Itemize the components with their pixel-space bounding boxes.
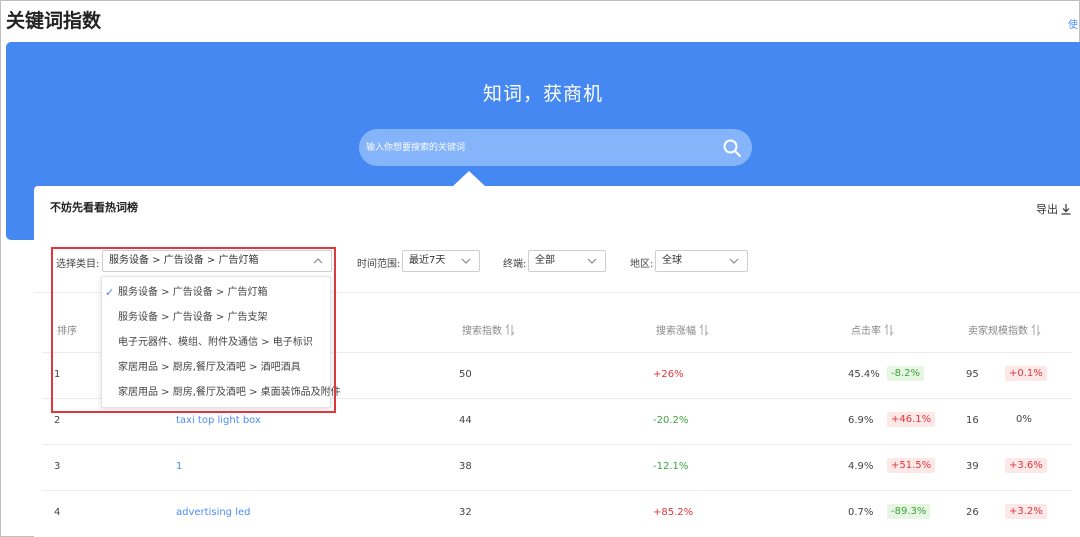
dropdown-option[interactable]: 电子元器件、模组、附件及通信 > 电子标识 — [102, 331, 332, 355]
category-select[interactable]: 服务设备 > 广告设备 > 广告灯箱 — [102, 250, 332, 272]
search-icon[interactable] — [722, 138, 742, 158]
export-label: 导出 — [1036, 203, 1058, 216]
panel-pointer — [452, 171, 486, 187]
dropdown-option-label: 服务设备 > 广告设备 > 广告灯箱 — [118, 287, 268, 298]
chevron-down-icon — [587, 258, 597, 264]
header-search-index-label: 搜索指数 — [462, 326, 502, 337]
category-filter-label: 选择类目: — [56, 259, 100, 270]
rank-cell: 3 — [54, 461, 61, 472]
header-search-growth-label: 搜索涨幅 — [656, 326, 696, 337]
page-title: 关键词指数 — [6, 10, 102, 32]
dropdown-option[interactable]: 家居用品 > 厨房,餐厅及酒吧 > 酒吧酒具 — [102, 356, 332, 380]
ctr-cell: 4.9% — [848, 461, 874, 472]
header-rank-label: 排序 — [57, 326, 77, 337]
rank-cell: 1 — [54, 369, 61, 380]
growth-cell: -12.1% — [653, 461, 689, 472]
header-search-index[interactable]: 搜索指数 — [462, 322, 515, 337]
ctr-cell: 0.7% — [848, 507, 874, 518]
chevron-up-icon — [313, 258, 323, 264]
category-dropdown-menu: ✓ 服务设备 > 广告设备 > 广告灯箱 服务设备 > 广告设备 > 广告支架 … — [101, 276, 341, 408]
seller-change-badge: +0.1% — [1005, 366, 1047, 381]
dropdown-option[interactable]: 家居用品 > 厨房,餐厅及酒吧 > 桌面装饰品及附件 — [102, 381, 341, 405]
export-button[interactable]: 导出 — [1036, 201, 1072, 217]
header-seller-index-label: 卖家规模指数 — [968, 326, 1028, 337]
chevron-down-icon — [461, 258, 471, 264]
dropdown-option-label: 家居用品 > 厨房,餐厅及酒吧 > 酒吧酒具 — [118, 362, 301, 373]
header-ctr-label: 点击率 — [851, 326, 881, 337]
dropdown-option-label: 电子元器件、模组、附件及通信 > 电子标识 — [118, 337, 313, 348]
check-icon: ✓ — [105, 286, 115, 299]
time-select-value: 最近7天 — [409, 255, 446, 266]
seller-cell: 26 — [966, 507, 979, 518]
sort-icon — [699, 323, 709, 336]
platform-select-value: 全部 — [535, 255, 555, 266]
keyword-link[interactable]: 1 — [176, 461, 182, 472]
search-input[interactable] — [359, 129, 709, 166]
dropdown-option[interactable]: 服务设备 > 广告设备 > 广告支架 — [102, 306, 332, 330]
growth-cell: +26% — [653, 369, 684, 380]
growth-cell: -20.2% — [653, 415, 689, 426]
hero-slogan: 知词，获商机 — [482, 83, 603, 105]
dropdown-option-label: 服务设备 > 广告设备 > 广告支架 — [118, 312, 268, 323]
header-ctr[interactable]: 点击率 — [851, 322, 894, 337]
download-icon — [1061, 204, 1071, 215]
region-filter-label: 地区: — [630, 259, 654, 270]
dropdown-option-label: 家居用品 > 厨房,餐厅及酒吧 > 桌面装饰品及附件 — [118, 387, 341, 398]
search-index-cell: 50 — [459, 369, 472, 380]
seller-cell: 95 — [966, 369, 979, 380]
ctr-change-badge: +46.1% — [887, 412, 936, 427]
table-row[interactable]: 3 1 38 -12.1% 4.9% +51.5% 39 +3.6% — [42, 444, 1072, 490]
search-index-cell: 32 — [459, 507, 472, 518]
header-seller-index[interactable]: 卖家规模指数 — [968, 322, 1041, 337]
category-select-value: 服务设备 > 广告设备 > 广告灯箱 — [109, 255, 259, 266]
ctr-change-badge: -89.3% — [887, 504, 931, 519]
time-filter-label: 时间范围: — [357, 259, 401, 270]
rank-cell: 2 — [54, 415, 61, 426]
ctr-cell: 45.4% — [848, 369, 880, 380]
seller-change-badge: 0% — [1016, 414, 1032, 425]
ctr-cell: 6.9% — [848, 415, 874, 426]
panel-title: 不妨先看看热词榜 — [50, 201, 138, 214]
rank-cell: 4 — [54, 507, 61, 518]
header-search-growth[interactable]: 搜索涨幅 — [656, 322, 709, 337]
sort-icon — [505, 323, 515, 336]
seller-change-badge: +3.6% — [1005, 458, 1047, 473]
seller-change-badge: +3.2% — [1005, 504, 1047, 519]
region-select-value: 全球 — [662, 255, 682, 266]
search-index-cell: 44 — [459, 415, 472, 426]
region-select[interactable]: 全球 — [655, 250, 748, 272]
ctr-change-badge: +51.5% — [887, 458, 936, 473]
platform-select[interactable]: 全部 — [528, 250, 606, 272]
header-rank: 排序 — [57, 322, 77, 337]
search-box — [359, 129, 752, 166]
search-index-cell: 38 — [459, 461, 472, 472]
ctr-change-badge: -8.2% — [887, 366, 925, 381]
seller-cell: 39 — [966, 461, 979, 472]
sort-icon — [884, 323, 894, 336]
keyword-link[interactable]: advertising led — [176, 507, 251, 518]
table-row[interactable]: 4 advertising led 32 +85.2% 0.7% -89.3% … — [42, 490, 1072, 536]
chevron-down-icon — [729, 258, 739, 264]
seller-cell: 16 — [966, 415, 979, 426]
growth-cell: +85.2% — [653, 507, 694, 518]
keyword-link[interactable]: taxi top light box — [176, 415, 261, 426]
corner-link[interactable]: 使 — [1068, 16, 1078, 31]
time-select[interactable]: 最近7天 — [402, 250, 480, 272]
sort-icon — [1031, 323, 1041, 336]
platform-filter-label: 终端: — [503, 259, 527, 270]
dropdown-option[interactable]: ✓ 服务设备 > 广告设备 > 广告灯箱 — [102, 281, 332, 305]
